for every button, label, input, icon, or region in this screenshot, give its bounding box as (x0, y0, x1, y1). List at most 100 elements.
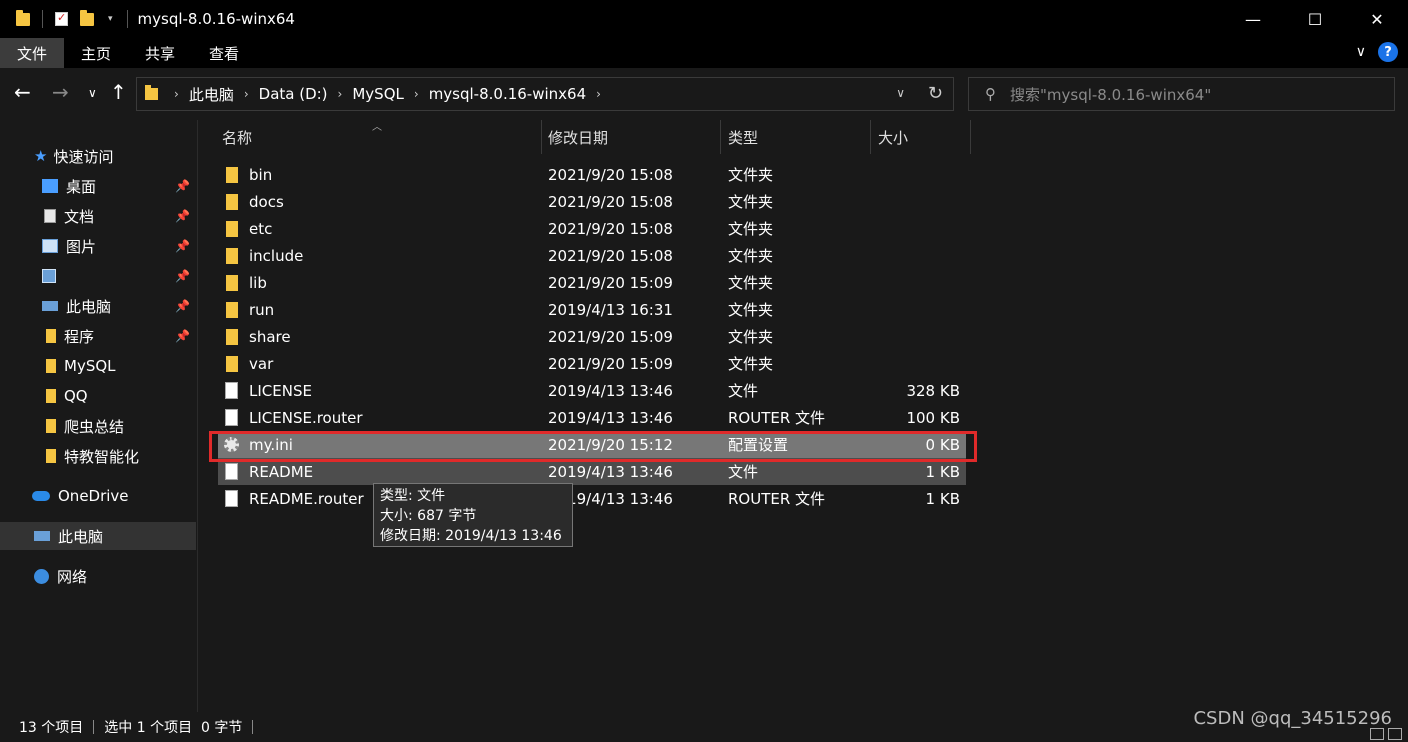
chevron-right-icon[interactable]: › (596, 87, 601, 101)
help-icon[interactable]: ? (1378, 42, 1398, 62)
file-type: 文件夹 (728, 247, 774, 265)
column-header-type[interactable]: 类型 (728, 120, 758, 154)
pin-icon[interactable]: 📌 (175, 269, 190, 283)
column-divider[interactable] (970, 120, 971, 154)
folder-icon (226, 221, 238, 237)
chevron-right-icon[interactable]: › (414, 87, 419, 101)
chevron-right-icon[interactable]: › (174, 87, 179, 101)
sidebar-item-programs[interactable]: 程序 📌 (0, 322, 196, 350)
recent-locations-icon[interactable]: ∨ (88, 86, 97, 100)
pin-icon[interactable]: 📌 (175, 179, 190, 193)
address-bar[interactable]: › 此电脑 › Data (D:) › MySQL › mysql-8.0.16… (136, 77, 954, 111)
file-type: 文件夹 (728, 220, 774, 238)
sidebar-item-this-pc[interactable]: 此电脑 (0, 522, 196, 550)
file-icon (225, 463, 238, 480)
sidebar-item-pictures[interactable]: 图片 📌 (0, 232, 196, 260)
breadcrumb-this-pc[interactable]: 此电脑 (189, 84, 234, 105)
close-button[interactable]: ✕ (1346, 0, 1408, 38)
column-divider[interactable] (720, 120, 721, 154)
file-date: 2019/4/13 13:46 (548, 408, 673, 427)
file-name: LICENSE (249, 381, 312, 400)
file-size: 1 KB (925, 462, 960, 481)
expand-ribbon-icon[interactable]: ∨ (1356, 44, 1366, 60)
file-size: 1 KB (925, 489, 960, 508)
pin-icon[interactable]: 📌 (175, 239, 190, 253)
folder-icon (226, 275, 238, 291)
file-type: 文件夹 (728, 274, 774, 292)
up-arrow-icon[interactable]: ↑ (110, 80, 127, 104)
sidebar-item-desktop[interactable]: 桌面 📌 (0, 172, 196, 200)
file-name: docs (249, 192, 284, 211)
file-row[interactable]: LICENSE.router 2019/4/13 13:46 ROUTER 文件 10… (218, 404, 966, 431)
file-row[interactable]: etc 2021/9/20 15:08 文件夹 (218, 215, 966, 242)
back-arrow-icon[interactable]: ← (14, 80, 31, 104)
picture-icon (42, 239, 58, 253)
file-type: 文件夹 (728, 355, 774, 373)
sidebar-item-mysql[interactable]: MySQL (0, 352, 196, 380)
chevron-right-icon[interactable]: › (244, 87, 249, 101)
network-icon (34, 568, 49, 584)
large-icons-view-icon[interactable] (1388, 728, 1402, 740)
file-row[interactable]: README 2019/4/13 13:46 文件 1 KB (218, 458, 966, 485)
breadcrumb-data-d[interactable]: Data (D:) (259, 85, 328, 103)
refresh-icon[interactable]: ↻ (928, 83, 943, 104)
folder-icon (46, 359, 56, 373)
file-row[interactable]: LICENSE 2019/4/13 13:46 文件 328 KB (218, 377, 966, 404)
file-date: 2021/9/20 15:08 (548, 165, 673, 184)
customize-toolbar-icon[interactable]: ▾ (108, 14, 113, 24)
tab-file[interactable]: 文件 (0, 38, 65, 68)
sidebar-item-special-education[interactable]: 特教智能化 (0, 442, 196, 470)
sidebar-item-this-pc-pinned[interactable]: 此电脑 📌 (0, 292, 196, 320)
file-date: 2019/4/13 13:46 (548, 381, 673, 400)
file-row[interactable]: var 2021/9/20 15:09 文件夹 (218, 350, 966, 377)
sidebar-item-app[interactable]: 📌 (0, 262, 196, 290)
pin-icon[interactable]: 📌 (175, 329, 190, 343)
file-icon (225, 382, 238, 399)
file-date: 2021/9/20 15:09 (548, 273, 673, 292)
column-header-size[interactable]: 大小 (878, 120, 908, 154)
column-header-name[interactable]: 名称 (222, 120, 252, 154)
sidebar-item-qq[interactable]: QQ (0, 382, 196, 410)
chevron-right-icon[interactable]: › (338, 87, 343, 101)
chevron-down-icon[interactable]: ∨ (896, 86, 905, 100)
selection-info: 选中 1 个项目 0 字节 (104, 720, 243, 736)
file-tooltip: 类型: 文件 大小: 687 字节 修改日期: 2019/4/13 13:46 (373, 483, 573, 547)
file-row[interactable]: include 2021/9/20 15:08 文件夹 (218, 242, 966, 269)
file-row[interactable]: lib 2021/9/20 15:09 文件夹 (218, 269, 966, 296)
pin-icon[interactable]: 📌 (175, 209, 190, 223)
breadcrumb-mysql[interactable]: MySQL (352, 85, 404, 103)
file-icon (225, 409, 238, 426)
breadcrumb-mysql-folder[interactable]: mysql-8.0.16-winx64 (429, 85, 586, 103)
file-name: LICENSE.router (249, 408, 363, 427)
sidebar-item-onedrive[interactable]: OneDrive (0, 482, 196, 510)
file-type: ROUTER 文件 (728, 490, 826, 508)
sidebar-item-quick-access[interactable]: ★ 快速访问 (0, 142, 196, 170)
sidebar-item-documents[interactable]: 文档 📌 (0, 202, 196, 230)
column-divider[interactable] (870, 120, 871, 154)
tab-view[interactable]: 查看 (192, 38, 256, 68)
file-list: ︿ 名称 修改日期 类型 大小 bin 2021/9/20 15:08 文件夹 doc… (198, 120, 1408, 712)
forward-arrow-icon[interactable]: → (52, 80, 69, 104)
file-row[interactable]: share 2021/9/20 15:09 文件夹 (218, 323, 966, 350)
file-row[interactable]: docs 2021/9/20 15:08 文件夹 (218, 188, 966, 215)
file-type: 文件 (728, 382, 759, 400)
tab-share[interactable]: 共享 (128, 38, 192, 68)
file-date: 2021/9/20 15:08 (548, 192, 673, 211)
sidebar-item-network[interactable]: 网络 (0, 562, 196, 590)
column-header-date[interactable]: 修改日期 (548, 120, 608, 154)
properties-icon[interactable] (55, 11, 68, 26)
maximize-button[interactable]: ☐ (1284, 0, 1346, 38)
sidebar-item-crawler-notes[interactable]: 爬虫总结 (0, 412, 196, 440)
pin-icon[interactable]: 📌 (175, 299, 190, 313)
tab-home[interactable]: 主页 (64, 38, 128, 68)
file-name: share (249, 327, 291, 346)
column-divider[interactable] (541, 120, 542, 154)
details-view-icon[interactable] (1370, 728, 1384, 740)
new-folder-icon[interactable] (80, 9, 94, 26)
file-row[interactable]: bin 2021/9/20 15:08 文件夹 (218, 161, 966, 188)
file-row[interactable]: README.router 2019/4/13 13:46 ROUTER 文件 1 K… (218, 485, 966, 512)
file-row[interactable]: run 2019/4/13 16:31 文件夹 (218, 296, 966, 323)
file-size: 328 KB (906, 381, 960, 400)
search-input[interactable]: ⚲ 搜索"mysql-8.0.16-winx64" (968, 77, 1395, 111)
minimize-button[interactable]: — (1222, 0, 1284, 38)
